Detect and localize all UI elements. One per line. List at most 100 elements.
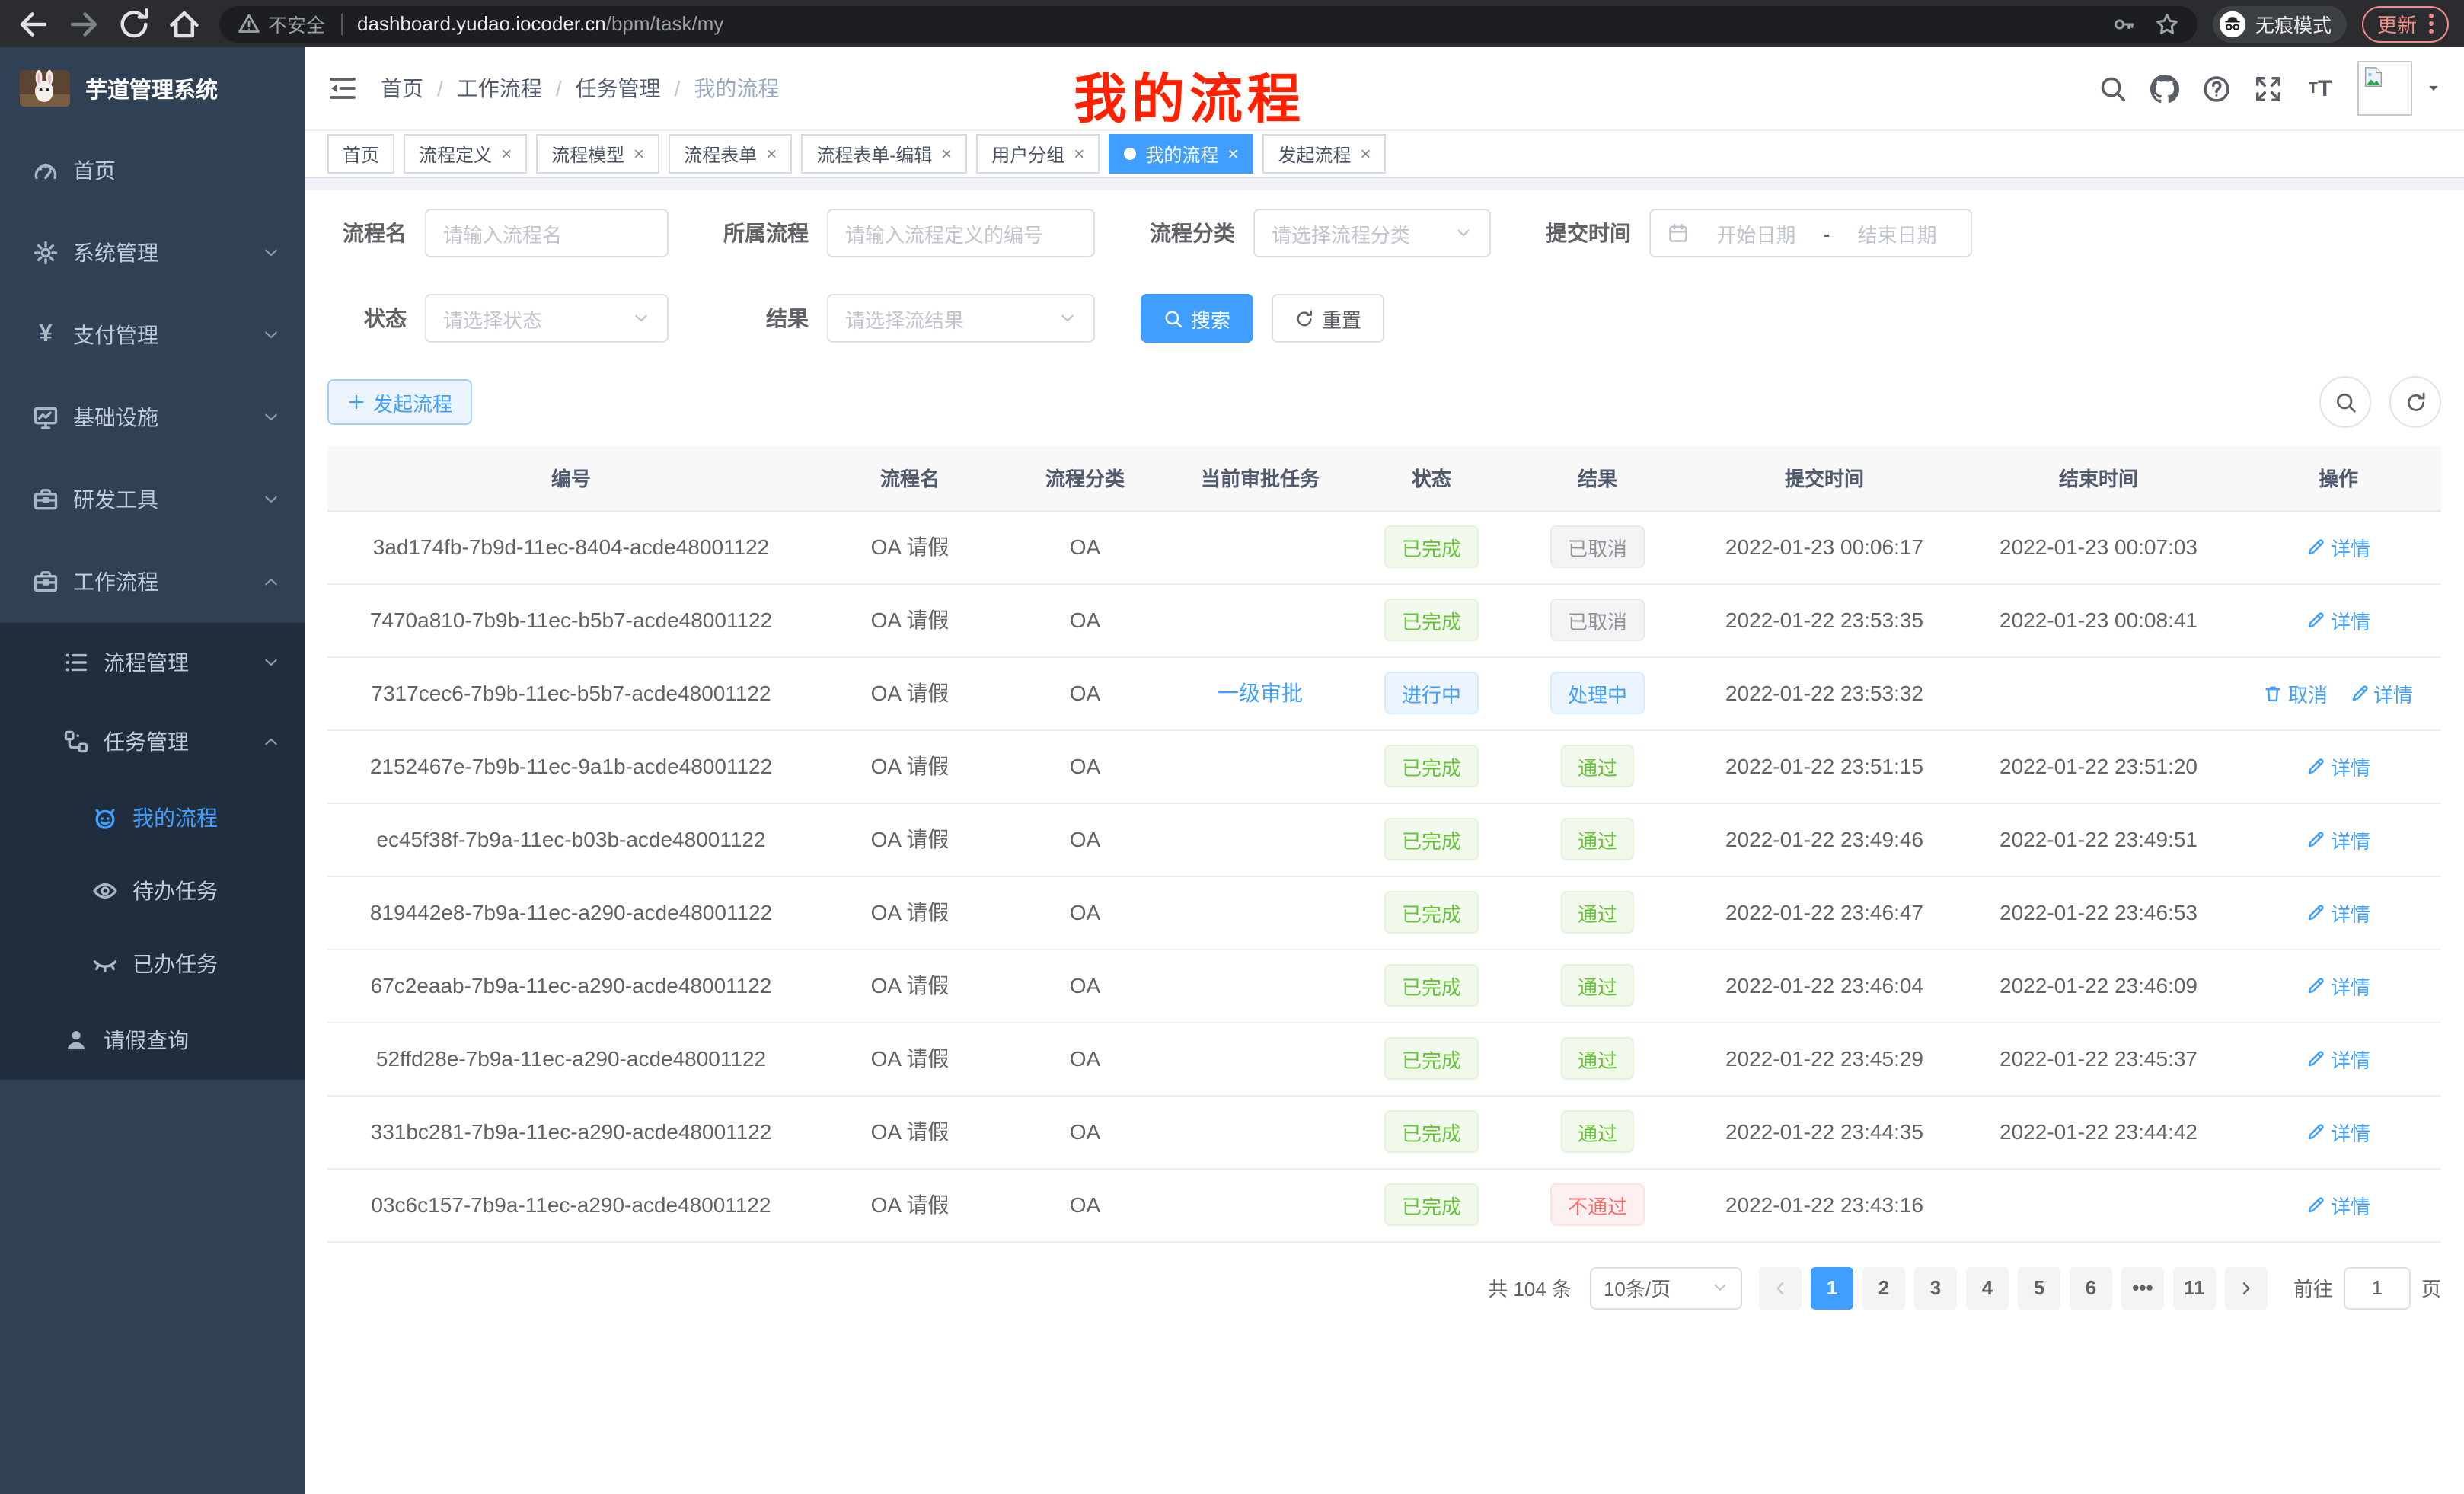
sidebar-logo[interactable]: 芋道管理系统 [0, 47, 305, 129]
detail-link[interactable]: 详情 [2306, 1190, 2370, 1219]
close-icon[interactable]: × [1227, 143, 1238, 164]
url-text[interactable]: dashboard.yudao.iocoder.cn/bpm/task/my [357, 12, 2112, 35]
github-icon[interactable] [2150, 74, 2179, 103]
process-name-input[interactable]: 请输入流程名 [425, 209, 669, 257]
tab-发起流程[interactable]: 发起流程× [1262, 134, 1386, 174]
close-icon[interactable]: × [1074, 143, 1084, 164]
create-process-button[interactable]: 发起流程 [327, 379, 472, 425]
search-icon[interactable] [2099, 74, 2127, 103]
category-select[interactable]: 请选择流程分类 [1253, 209, 1491, 257]
tab-首页[interactable]: 首页 [327, 134, 394, 174]
sidebar-item-infra[interactable]: 基础设施 [0, 376, 305, 458]
refresh-table-button[interactable] [2389, 376, 2441, 428]
tab-流程模型[interactable]: 流程模型× [536, 134, 659, 174]
close-icon[interactable]: × [766, 143, 777, 164]
cell-category: OA [1005, 1095, 1165, 1168]
table-toolbar: 发起流程 [327, 376, 2441, 428]
breadcrumb-item[interactable]: 工作流程 [457, 73, 542, 104]
detail-link[interactable]: 详情 [2306, 971, 2370, 1000]
close-icon[interactable]: × [634, 143, 644, 164]
detail-link[interactable]: 详情 [2306, 1117, 2370, 1146]
page-button-4[interactable]: 4 [1966, 1266, 2009, 1309]
breadcrumb-item[interactable]: 任务管理 [576, 73, 661, 104]
sidebar-item-home[interactable]: 首页 [0, 129, 305, 212]
page-size-select[interactable]: 10条/页 [1590, 1266, 1742, 1309]
close-icon[interactable]: × [501, 143, 512, 164]
cell-status: 已完成 [1355, 876, 1508, 949]
detail-link[interactable]: 详情 [2306, 605, 2370, 634]
page-button-2[interactable]: 2 [1862, 1266, 1905, 1309]
forward-icon[interactable] [65, 5, 102, 42]
tab-流程定义[interactable]: 流程定义× [404, 134, 527, 174]
avatar[interactable] [2357, 61, 2412, 116]
pagination: 共 104 条 10条/页 123456•••11 前往 1 页 [327, 1266, 2441, 1309]
sidebar-item-workflow[interactable]: 工作流程 [0, 541, 305, 623]
collapse-sidebar-icon[interactable] [327, 73, 358, 104]
detail-link[interactable]: 详情 [2306, 898, 2370, 927]
process-table: 编号流程名流程分类当前审批任务状态结果提交时间结束时间操作 3ad174fb-7… [327, 446, 2441, 1242]
sidebar-item-my-process[interactable]: 我的流程 [0, 781, 305, 854]
start-date-input[interactable]: 开始日期 [1700, 219, 1813, 247]
sidebar-item-todo-tasks[interactable]: 待办任务 [0, 854, 305, 927]
search-button[interactable]: 搜索 [1141, 294, 1253, 343]
sidebar-item-process-mgmt[interactable]: 流程管理 [0, 623, 305, 702]
process-definition-input[interactable]: 请输入流程定义的编号 [827, 209, 1095, 257]
end-date-input[interactable]: 结束日期 [1840, 219, 1954, 247]
reload-icon[interactable] [116, 5, 152, 42]
refresh-icon [1294, 308, 1314, 328]
cell-actions: 详情 [2236, 1022, 2441, 1095]
tab-流程表单-编辑[interactable]: 流程表单-编辑× [801, 134, 967, 174]
goto-page-input[interactable]: 1 [2344, 1266, 2411, 1309]
page-button-11[interactable]: 11 [2173, 1266, 2216, 1309]
address-bar[interactable]: 不安全 dashboard.yudao.iocoder.cn/bpm/task/… [219, 5, 2197, 42]
help-icon[interactable] [2202, 74, 2231, 103]
logo-image [20, 70, 70, 107]
tab-我的流程[interactable]: 我的流程× [1109, 134, 1253, 174]
reset-button[interactable]: 重置 [1272, 294, 1384, 343]
status-select[interactable]: 请选择状态 [425, 294, 669, 343]
plus-icon [347, 393, 365, 411]
tab-用户分组[interactable]: 用户分组× [976, 134, 1100, 174]
browser-menu-icon[interactable] [2429, 14, 2434, 34]
prev-page-button[interactable] [1759, 1266, 1802, 1309]
next-page-button[interactable] [2225, 1266, 2268, 1309]
font-size-icon[interactable]: TT [2306, 74, 2335, 103]
sidebar-item-done-tasks[interactable]: 已办任务 [0, 927, 305, 1001]
detail-link[interactable]: 详情 [2306, 532, 2370, 561]
sidebar-item-leave-query[interactable]: 请假查询 [0, 1001, 305, 1080]
cancel-link[interactable]: 取消 [2264, 678, 2328, 707]
detail-link[interactable]: 详情 [2306, 752, 2370, 781]
tab-流程表单[interactable]: 流程表单× [669, 134, 792, 174]
sidebar-item-payment[interactable]: ¥ 支付管理 [0, 294, 305, 376]
submit-time-range[interactable]: 开始日期 - 结束日期 [1649, 209, 1972, 257]
page-button-6[interactable]: 6 [2070, 1266, 2112, 1309]
detail-link[interactable]: 详情 [2306, 825, 2370, 854]
result-select[interactable]: 请选择流结果 [827, 294, 1095, 343]
security-indicator[interactable]: 不安全 [238, 9, 325, 38]
sidebar-item-devtools[interactable]: 研发工具 [0, 458, 305, 541]
bookmark-star-icon[interactable] [2155, 11, 2179, 36]
cell-end-time [1961, 656, 2236, 729]
home-icon[interactable] [166, 5, 203, 42]
fullscreen-icon[interactable] [2254, 74, 2283, 103]
cell-status: 已完成 [1355, 729, 1508, 803]
close-icon[interactable]: × [1360, 143, 1371, 164]
cell-result: 已取消 [1508, 583, 1687, 656]
toggle-search-button[interactable] [2319, 376, 2371, 428]
page-button-3[interactable]: 3 [1914, 1266, 1957, 1309]
sidebar-item-task-mgmt[interactable]: 任务管理 [0, 702, 305, 781]
avatar-caret-icon[interactable] [2426, 81, 2441, 96]
breadcrumb-item[interactable]: 首页 [381, 73, 423, 104]
task-link[interactable]: 一级审批 [1218, 681, 1303, 705]
sidebar-item-system[interactable]: 系统管理 [0, 212, 305, 294]
close-icon[interactable]: × [941, 143, 952, 164]
page-button-5[interactable]: 5 [2018, 1266, 2060, 1309]
back-icon[interactable] [15, 5, 52, 42]
detail-link[interactable]: 详情 [2306, 1044, 2370, 1073]
page-button-1[interactable]: 1 [1811, 1266, 1853, 1309]
key-icon[interactable] [2112, 11, 2137, 36]
pager-ellipsis[interactable]: ••• [2121, 1266, 2164, 1309]
detail-link[interactable]: 详情 [2349, 678, 2413, 707]
browser-update-button[interactable]: 更新 [2362, 5, 2449, 42]
status-badge: 已取消 [1551, 599, 1644, 641]
